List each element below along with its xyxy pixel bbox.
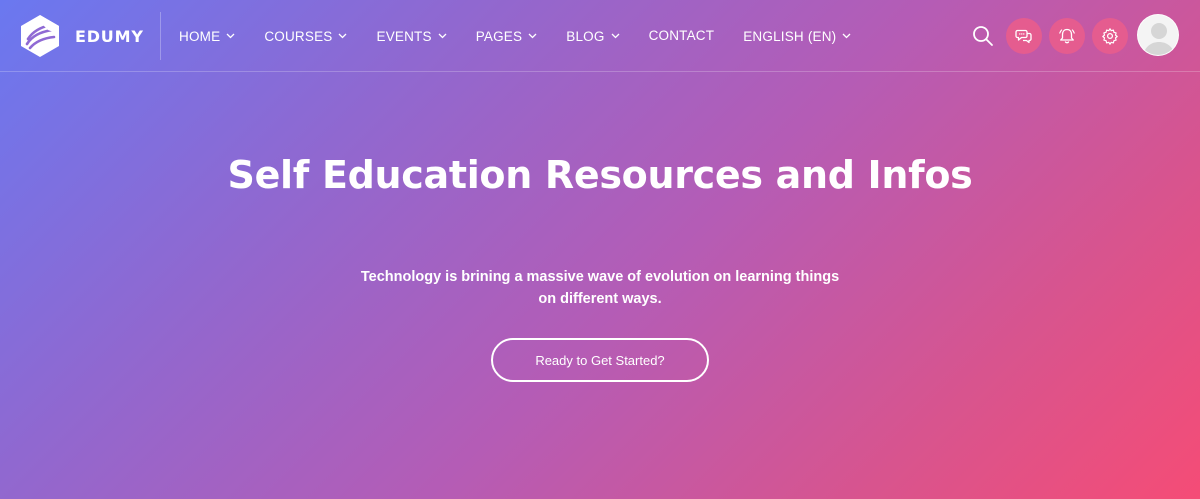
nav-item-courses[interactable]: COURSES [264, 29, 347, 44]
hero-title: Self Education Resources and Infos [227, 153, 973, 197]
header-divider [160, 12, 161, 60]
gear-icon [1102, 28, 1118, 45]
chevron-down-icon [528, 33, 537, 39]
get-started-button[interactable]: Ready to Get Started? [491, 338, 709, 382]
chevron-down-icon [226, 33, 235, 39]
nav-item-language[interactable]: ENGLISH (EN) [743, 29, 851, 44]
nav-item-label: ENGLISH (EN) [743, 28, 837, 44]
nav-item-blog[interactable]: BLOG [566, 28, 620, 44]
brand-name: EDUMY [75, 26, 144, 46]
edumy-logo-icon [21, 15, 59, 57]
nav-item-label: PAGES [475, 28, 523, 44]
chevron-down-icon [438, 33, 447, 39]
site-header: EDUMY HOME COURSES EVENTS PAGES BLOG CON… [0, 0, 1200, 72]
chat-icon [1015, 29, 1032, 44]
user-icon [1143, 23, 1175, 55]
notifications-button[interactable] [1049, 18, 1085, 54]
chevron-down-icon [842, 33, 851, 39]
main-nav: HOME COURSES EVENTS PAGES BLOG CONTACT E… [179, 0, 880, 72]
nav-item-label: COURSES [264, 28, 333, 44]
nav-item-home[interactable]: HOME [179, 29, 235, 44]
nav-item-label: BLOG [566, 28, 605, 44]
user-avatar[interactable] [1137, 14, 1179, 56]
nav-item-label: EVENTS [376, 28, 432, 44]
chevron-down-icon [339, 33, 347, 39]
nav-item-pages[interactable]: PAGES [476, 29, 538, 44]
chevron-down-icon [611, 33, 620, 39]
notification-bell-icon [1059, 28, 1075, 44]
messages-button[interactable] [1006, 18, 1042, 54]
search-icon[interactable] [972, 25, 994, 47]
nav-item-events[interactable]: EVENTS [376, 28, 447, 44]
nav-item-label: HOME [179, 28, 221, 44]
nav-item-contact[interactable]: CONTACT [649, 28, 715, 43]
settings-button[interactable] [1092, 18, 1128, 54]
hero-subtitle: Technology is brining a massive wave of … [360, 269, 840, 307]
nav-item-label: CONTACT [648, 27, 715, 43]
brand-logo[interactable]: EDUMY [18, 14, 144, 58]
